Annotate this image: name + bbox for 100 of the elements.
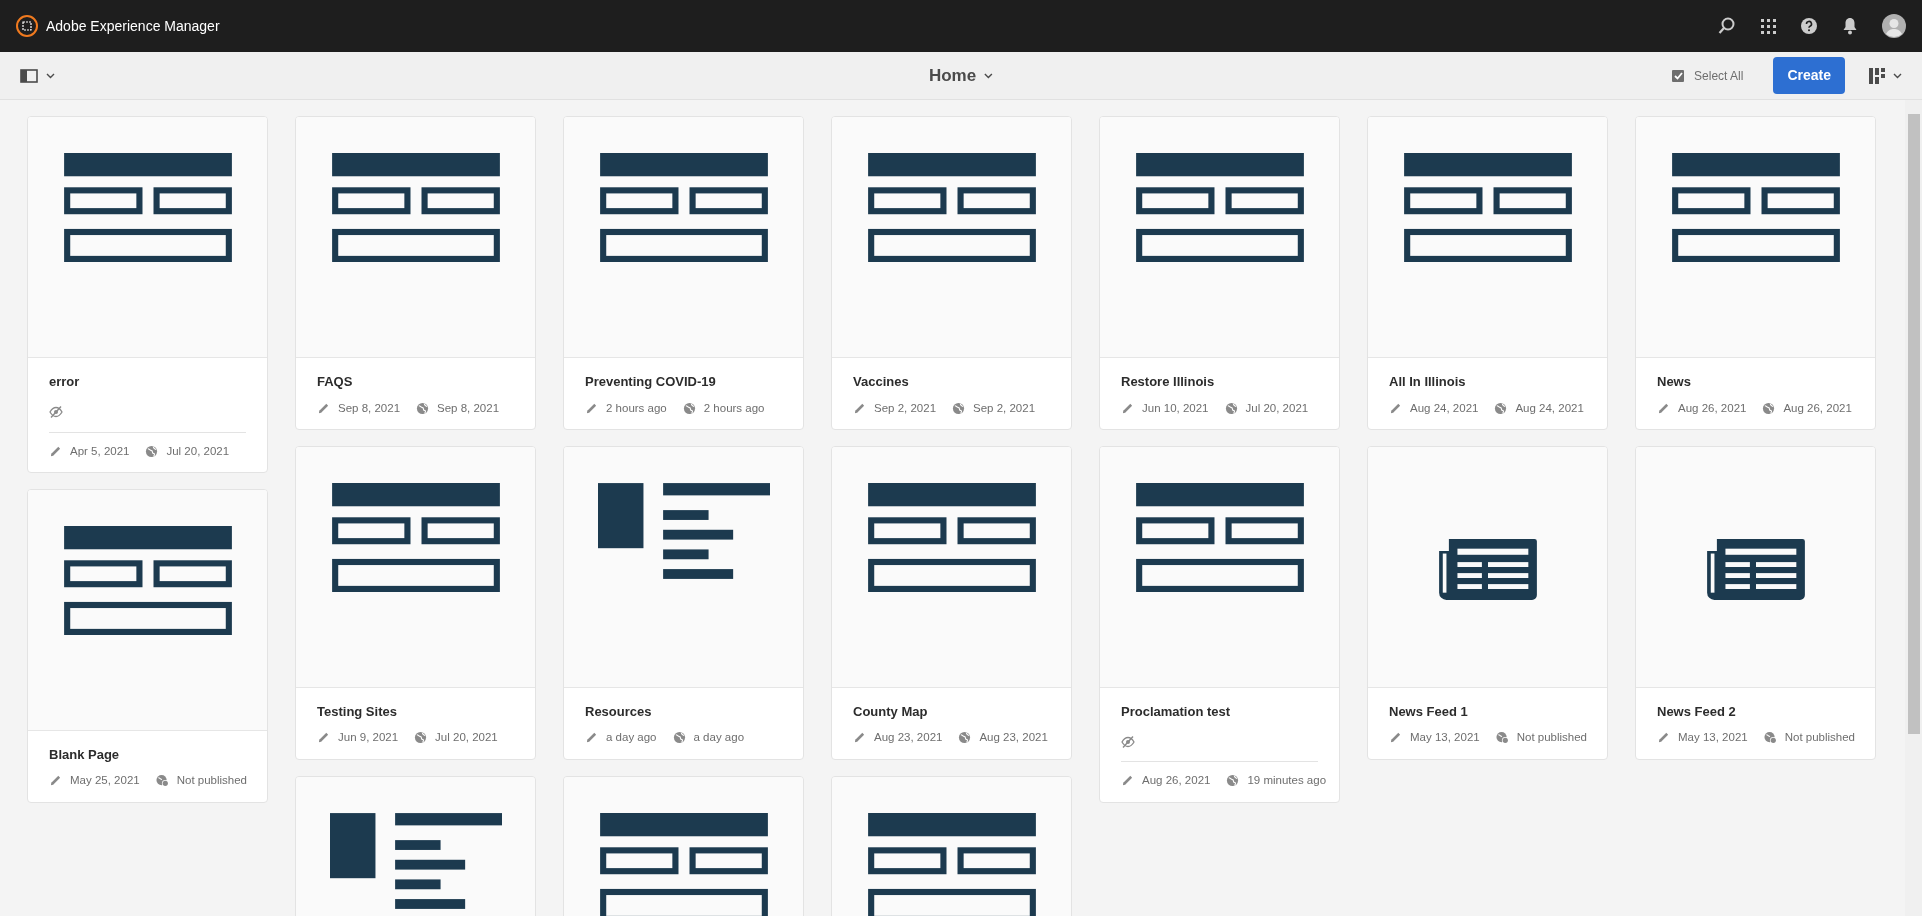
modified-date: May 13, 2021 bbox=[1410, 730, 1480, 746]
pencil-icon bbox=[585, 731, 598, 745]
pencil-icon bbox=[1657, 731, 1670, 745]
page-layout-icon bbox=[599, 153, 768, 262]
page-title: Resources bbox=[585, 702, 653, 721]
pencil-icon bbox=[49, 774, 62, 788]
page-layout-icon bbox=[331, 153, 500, 262]
page-card[interactable]: Blank Page May 25, 2021 Not published bbox=[27, 488, 268, 803]
published-date: Jul 20, 2021 bbox=[435, 730, 498, 746]
published-date: Jul 20, 2021 bbox=[1245, 400, 1309, 416]
page-title: Preventing COVID-19 bbox=[585, 373, 717, 391]
location-dropdown[interactable]: Home bbox=[928, 62, 994, 89]
published-date: Aug 23, 2021 bbox=[979, 730, 1048, 746]
page-layout-icon bbox=[867, 482, 1036, 592]
checkbox-icon bbox=[1671, 68, 1687, 83]
published-date: Not published bbox=[1516, 730, 1587, 746]
page-card[interactable]: Proclamation test Aug 26, 2021 19 minutes ago bbox=[1099, 445, 1340, 803]
modified-date: May 25, 2021 bbox=[70, 773, 140, 789]
page-title: County Map bbox=[853, 702, 929, 721]
page-layout-icon bbox=[867, 812, 1036, 916]
bell-icon[interactable] bbox=[1842, 17, 1858, 35]
caret-icon bbox=[1893, 72, 1902, 79]
published-date: Sep 8, 2021 bbox=[437, 400, 500, 416]
published-date: Aug 24, 2021 bbox=[1515, 400, 1584, 416]
view-switcher-button[interactable] bbox=[1869, 67, 1902, 84]
page-card[interactable]: Testing Sites Jun 9, 2021 Jul 20, 2021 bbox=[295, 445, 536, 760]
page-title: Vaccines bbox=[853, 373, 910, 391]
caret-icon bbox=[46, 72, 55, 79]
published-date: Aug 26, 2021 bbox=[1783, 400, 1852, 416]
modified-date: Jun 9, 2021 bbox=[338, 730, 399, 746]
modified-date: Sep 2, 2021 bbox=[874, 400, 937, 416]
modified-date: a day ago bbox=[606, 730, 657, 746]
page-card[interactable]: error Apr 5, 2021 Jul 20, 2021 bbox=[27, 116, 268, 473]
panel-icon bbox=[20, 68, 38, 83]
page-card[interactable]: County Map Aug 23, 2021 Aug 23, 2021 bbox=[831, 445, 1072, 760]
scrollbar[interactable] bbox=[1905, 100, 1922, 916]
modified-date: Aug 24, 2021 bbox=[1410, 400, 1479, 416]
page-card[interactable]: FAQS Sep 8, 2021 Sep 8, 2021 bbox=[295, 116, 536, 430]
modified-date: Aug 26, 2021 bbox=[1142, 773, 1211, 789]
text-list-layout-icon bbox=[597, 482, 770, 579]
page-title: News Feed 1 bbox=[1389, 702, 1469, 721]
page-layout-icon bbox=[599, 812, 768, 916]
apps-grid-icon[interactable] bbox=[1760, 18, 1776, 34]
page-title: Restore Illinois bbox=[1121, 373, 1216, 391]
page-title: error bbox=[49, 373, 81, 391]
page-layout-icon bbox=[1403, 153, 1572, 262]
modified-date: Apr 5, 2021 bbox=[70, 443, 130, 459]
pencil-icon bbox=[1389, 401, 1402, 415]
modified-date: May 13, 2021 bbox=[1678, 730, 1748, 746]
rail-toggle-button[interactable] bbox=[20, 68, 55, 83]
pencil-icon bbox=[853, 731, 866, 745]
pencil-icon bbox=[853, 401, 866, 415]
page-title: FAQS bbox=[317, 373, 354, 391]
page-title: News Feed 2 bbox=[1657, 702, 1737, 721]
pencil-icon bbox=[585, 401, 598, 415]
pencil-icon bbox=[317, 401, 330, 415]
caret-icon bbox=[984, 72, 994, 79]
pencil-icon bbox=[1121, 774, 1134, 788]
published-date: Not published bbox=[176, 773, 247, 789]
published-date: Jul 20, 2021 bbox=[166, 443, 230, 459]
help-icon[interactable] bbox=[1800, 17, 1818, 35]
page-card[interactable]: Resources a day ago a day ago bbox=[563, 445, 804, 760]
page-layout-icon bbox=[63, 525, 232, 635]
page-title: All In Illinois bbox=[1389, 373, 1467, 391]
page-card[interactable]: News Feed 2 May 13, 2021 Not published bbox=[1635, 445, 1876, 760]
published-date: Not published bbox=[1784, 730, 1855, 746]
create-button[interactable]: Create bbox=[1773, 57, 1845, 94]
modified-date: Jun 10, 2021 bbox=[1142, 400, 1209, 416]
page-layout-icon bbox=[63, 153, 232, 262]
page-card[interactable]: Preventing COVID-19 2 hours ago 2 hours ago bbox=[563, 116, 804, 430]
page-layout-icon bbox=[1135, 153, 1304, 262]
text-list-layout-icon bbox=[329, 812, 502, 909]
page-card[interactable]: Vaccines Sep 2, 2021 Sep 2, 2021 bbox=[831, 116, 1072, 430]
pencil-icon bbox=[317, 731, 330, 745]
page-layout-icon bbox=[1671, 153, 1840, 262]
avatar-icon[interactable] bbox=[1882, 14, 1906, 38]
page-title: News bbox=[1657, 373, 1692, 391]
page-title: Testing Sites bbox=[317, 702, 398, 721]
search-icon[interactable] bbox=[1718, 17, 1736, 35]
masonry-view-icon bbox=[1869, 67, 1885, 84]
modified-date: Sep 8, 2021 bbox=[338, 400, 401, 416]
page-layout-icon bbox=[1135, 482, 1304, 592]
page-card[interactable]: News Feed 1 May 13, 2021 Not published bbox=[1367, 445, 1608, 760]
page-card[interactable]: All In Illinois Aug 24, 2021 Aug 24, 2021 bbox=[1367, 116, 1608, 430]
modified-date: Aug 26, 2021 bbox=[1678, 400, 1747, 416]
select-all-button[interactable]: Select All bbox=[1665, 65, 1750, 86]
page-layout-icon bbox=[331, 482, 500, 592]
logo-icon[interactable] bbox=[16, 15, 38, 37]
published-date: Sep 2, 2021 bbox=[973, 400, 1036, 416]
page-layout-icon bbox=[867, 153, 1036, 262]
modified-date: 2 hours ago bbox=[606, 400, 667, 416]
page-card[interactable]: News Aug 26, 2021 Aug 26, 2021 bbox=[1635, 116, 1876, 430]
pencil-icon bbox=[1121, 401, 1134, 415]
modified-date: Aug 23, 2021 bbox=[874, 730, 943, 746]
app-title: Adobe Experience Manager bbox=[46, 16, 220, 36]
published-date: 2 hours ago bbox=[703, 400, 765, 416]
pencil-icon bbox=[1657, 401, 1670, 415]
page-card[interactable]: Restore Illinois Jun 10, 2021 Jul 20, 2021 bbox=[1099, 116, 1340, 430]
published-date: 19 minutes ago bbox=[1247, 773, 1327, 789]
page-title: Proclamation test bbox=[1121, 702, 1232, 721]
